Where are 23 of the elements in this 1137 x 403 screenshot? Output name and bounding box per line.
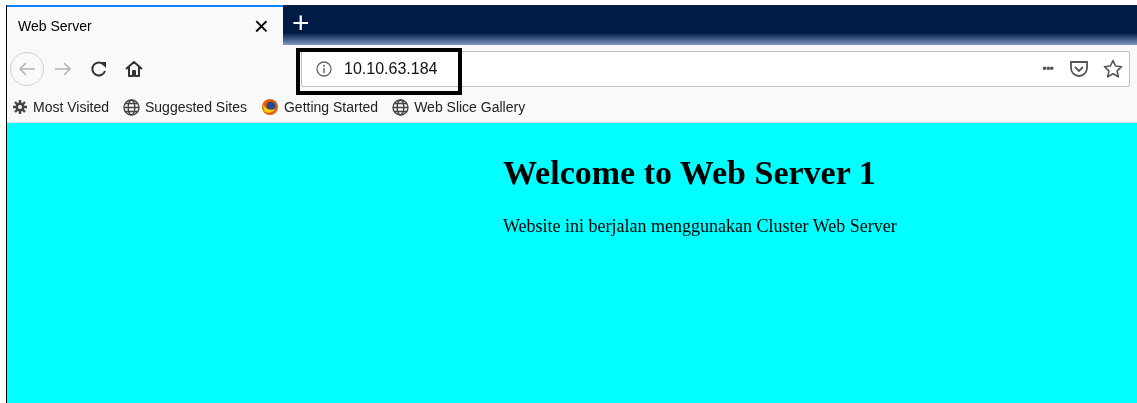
browser-logo-icon [260, 98, 279, 116]
back-arrow-icon [18, 60, 36, 77]
url-text: 10.10.63.184 [344, 58, 438, 79]
pocket-icon[interactable] [1069, 58, 1089, 79]
home-icon[interactable] [124, 59, 144, 78]
new-tab-button[interactable]: + [292, 5, 310, 45]
globe-icon [392, 98, 410, 116]
star-icon[interactable] [1103, 58, 1123, 79]
tab-title: Web Server [18, 16, 93, 36]
info-icon[interactable] [316, 60, 332, 77]
bookmark-link[interactable]: Suggested Sites [145, 96, 247, 118]
reload-icon[interactable] [90, 59, 108, 78]
address-bar[interactable]: 10.10.63.184 ••• [301, 50, 1130, 87]
gear-icon [12, 99, 28, 115]
page-paragraph: Website ini berjalan menggunakan Cluster Web Server [503, 215, 898, 238]
page-heading: Welcome to Web Server 1 [503, 153, 877, 193]
browser-tab[interactable]: Web Server × [7, 5, 283, 45]
bookmark-link[interactable]: Most Visited [33, 96, 109, 118]
close-button[interactable]: × [253, 13, 269, 39]
bookmark-link[interactable]: Web Slice Gallery [414, 96, 526, 118]
globe-icon [123, 98, 140, 116]
page-actions-button[interactable]: ••• [1042, 58, 1053, 79]
bookmark-link[interactable]: Getting Started [283, 96, 379, 118]
